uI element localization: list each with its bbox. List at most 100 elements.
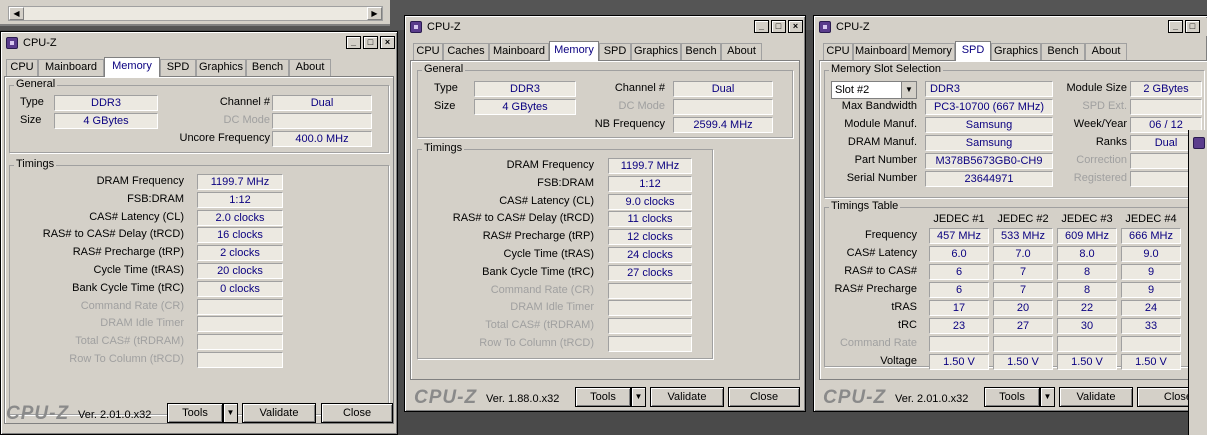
timings-group: Timings DRAM Frequency 1199.7 MHz FSB:DRAM… [9, 158, 389, 415]
tab-bench[interactable]: Bench [681, 43, 721, 60]
timing-cell: 7 [993, 282, 1053, 298]
tab-spd[interactable]: SPD [599, 43, 631, 60]
title-bar[interactable]: CPU-Z _ □ × [407, 18, 803, 36]
timing-cell [1057, 336, 1117, 352]
tab-about[interactable]: About [1085, 43, 1127, 60]
jedec-column-header: JEDEC #3 [1061, 213, 1113, 225]
minimize-button[interactable]: _ [1168, 20, 1183, 33]
timing-value [608, 300, 692, 317]
tab-mainboard[interactable]: Mainboard [853, 43, 909, 60]
close-window-button[interactable]: × [380, 36, 395, 49]
timing-label: FSB:DRAM [537, 176, 594, 189]
version-label: Ver. 2.01.0.x32 [895, 393, 969, 405]
correction-label: Correction [1076, 154, 1127, 166]
part-number-label: Part Number [854, 154, 917, 166]
title-bar[interactable]: CPU-Z _ □ [816, 18, 1207, 36]
uncore-frequency-label: Uncore Frequency [179, 132, 271, 144]
tab-spd[interactable]: SPD [160, 59, 196, 76]
uncore-frequency-value: 400.0 MHz [272, 131, 372, 147]
module-manuf-label: Module Manuf. [844, 118, 917, 130]
slot-select[interactable]: Slot #2 ▼ [831, 81, 917, 99]
timing-value [608, 318, 692, 335]
timings-table-title: Timings Table [829, 200, 901, 212]
tools-button[interactable]: Tools [984, 387, 1040, 407]
close-button[interactable]: Close [728, 387, 800, 407]
minimize-button[interactable]: _ [754, 20, 769, 33]
channel-label: Channel # [614, 82, 665, 94]
tools-dropdown-icon[interactable]: ▼ [223, 403, 238, 423]
window-title: CPU-Z [23, 37, 57, 49]
tools-button[interactable]: Tools [167, 403, 223, 423]
timing-label: RAS# Precharge (tRP) [72, 246, 184, 259]
tab-cpu[interactable]: CPU [823, 43, 853, 60]
tab-cpu[interactable]: CPU [6, 59, 38, 76]
tab-cpu[interactable]: CPU [413, 43, 443, 60]
dc-mode-label: DC Mode [223, 114, 270, 126]
validate-button[interactable]: Validate [242, 403, 316, 423]
close-window-button[interactable]: × [788, 20, 803, 33]
timing-cell: 20 [993, 300, 1053, 316]
tab-strip: CPU Mainboard Memory SPD Graphics Bench About [823, 41, 1203, 61]
maximize-button[interactable]: □ [363, 36, 378, 49]
part-number-value: M378B5673GB0-CH9 [925, 153, 1053, 169]
tab-mainboard[interactable]: Mainboard [38, 59, 104, 76]
horizontal-scrollbar[interactable]: ◀ ▶ [8, 6, 383, 21]
tab-graphics[interactable]: Graphics [991, 43, 1041, 60]
maximize-button[interactable]: □ [1185, 20, 1200, 33]
title-bar[interactable]: CPU-Z _ □ × [3, 34, 395, 52]
size-label: Size [20, 114, 42, 126]
cpuz-app-icon [410, 21, 422, 33]
timing-cell: 1.50 V [993, 354, 1053, 370]
timing-value: 2.0 clocks [197, 209, 283, 226]
validate-button[interactable]: Validate [650, 387, 724, 407]
general-group: General Type DDR3 Size 4 GBytes Channel … [417, 63, 793, 138]
jedec-column-header: JEDEC #2 [997, 213, 1049, 225]
memory-tab-panel: General Type DDR3 Size 4 GBytes Channel … [4, 76, 394, 424]
dc-mode-label: DC Mode [618, 100, 665, 112]
scroll-left-arrow-icon[interactable]: ◀ [9, 7, 24, 20]
cpuz-window-memory-middle: CPU-Z _ □ × CPU Caches Mainboard Memory SPD G… [404, 15, 806, 412]
tab-about[interactable]: About [289, 59, 331, 76]
module-size-label: Module Size [1066, 82, 1127, 94]
timing-value: 9.0 clocks [608, 193, 692, 210]
tab-graphics[interactable]: Graphics [196, 59, 246, 76]
timing-value: 12 clocks [608, 229, 692, 246]
slot-group-title: Memory Slot Selection [829, 63, 944, 75]
timing-cell: 457 MHz [929, 228, 989, 244]
timing-row-label: Voltage [880, 355, 917, 367]
module-size-value: 2 GBytes [1130, 81, 1202, 97]
type-value: DDR3 [474, 81, 576, 97]
tab-caches[interactable]: Caches [443, 43, 489, 60]
cpuz-app-icon [6, 37, 18, 49]
minimize-button[interactable]: _ [346, 36, 361, 49]
chevron-down-icon[interactable]: ▼ [901, 82, 916, 98]
tab-mainboard[interactable]: Mainboard [489, 43, 549, 60]
timing-label: DRAM Frequency [506, 159, 594, 171]
tools-button[interactable]: Tools [575, 387, 631, 407]
slot-select-value: Slot #2 [835, 84, 870, 96]
tab-memory[interactable]: Memory [909, 43, 955, 60]
timing-value: 2 clocks [197, 245, 283, 262]
timing-cell: 6 [929, 264, 989, 280]
timing-cell [929, 336, 989, 352]
memory-tab-panel: General Type DDR3 Size 4 GBytes Channel … [410, 60, 800, 380]
close-button[interactable]: Close [321, 403, 393, 423]
tab-about[interactable]: About [721, 43, 762, 60]
timing-label: RAS# Precharge (tRP) [482, 230, 594, 243]
tab-memory[interactable]: Memory [104, 57, 160, 77]
timing-row-label: tRAS [891, 301, 917, 313]
spd-ext-value [1130, 99, 1202, 115]
tab-bench[interactable]: Bench [246, 59, 289, 76]
tab-bench[interactable]: Bench [1041, 43, 1085, 60]
scroll-right-arrow-icon[interactable]: ▶ [367, 7, 382, 20]
tab-graphics[interactable]: Graphics [631, 43, 681, 60]
timing-value: 24 clocks [608, 247, 692, 263]
tools-dropdown-icon[interactable]: ▼ [631, 387, 646, 407]
tools-dropdown-icon[interactable]: ▼ [1040, 387, 1055, 407]
maximize-button[interactable]: □ [771, 20, 786, 33]
tab-spd[interactable]: SPD [955, 41, 991, 61]
timing-value [197, 352, 283, 368]
tab-memory[interactable]: Memory [549, 41, 599, 61]
validate-button[interactable]: Validate [1059, 387, 1133, 407]
size-value: 4 GBytes [54, 113, 158, 129]
